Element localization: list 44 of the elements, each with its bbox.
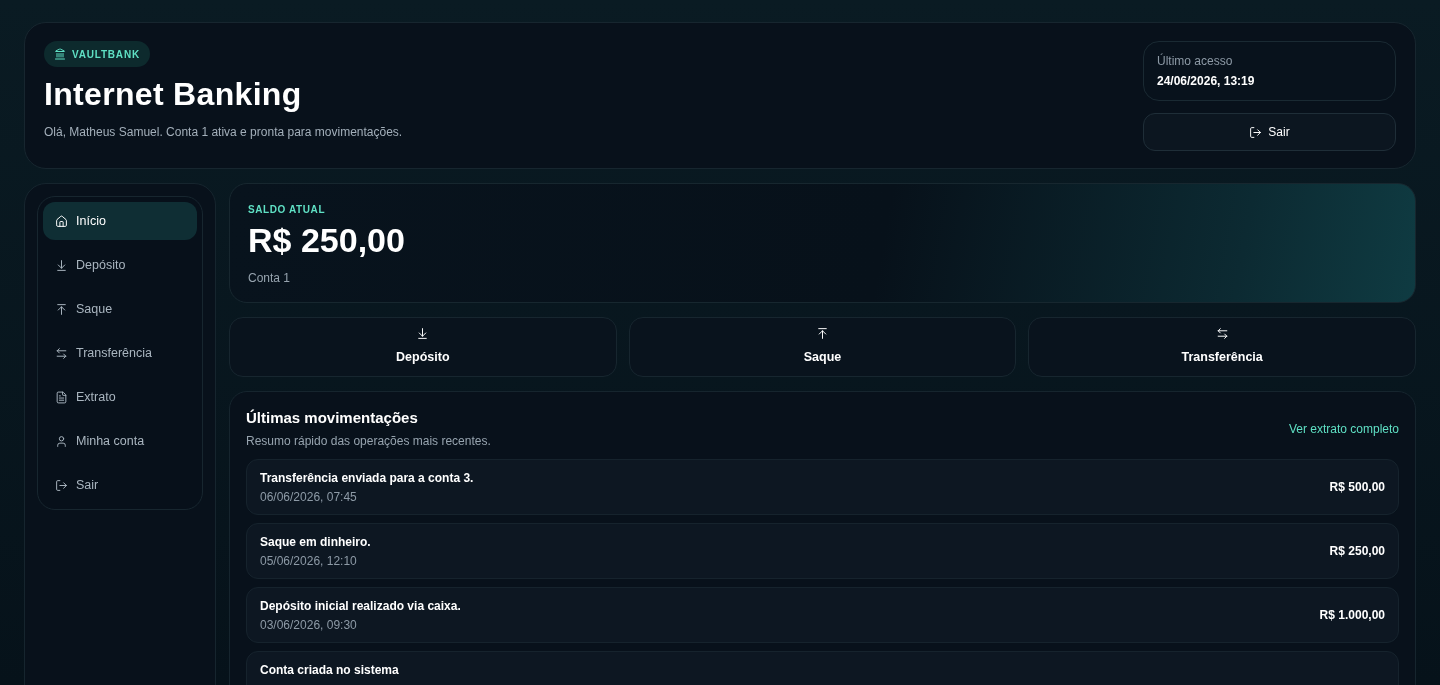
transaction-description: Transferência enviada para a conta 3. [260,471,474,486]
swap-arrows-icon [1215,327,1229,341]
transaction-description: Conta criada no sistema [260,663,399,678]
upload-arrow-icon [55,302,68,316]
nav-item[interactable]: Saque [43,290,197,328]
transaction-date: 05/06/2026, 12:10 [260,554,358,569]
upload-arrow-icon [816,327,829,341]
logout-button[interactable]: Sair [1143,113,1396,151]
section-title: Últimas movimentações [246,408,419,428]
action-button[interactable]: Transferência [1028,317,1416,377]
swap-arrows-icon [55,346,68,360]
bank-icon [54,48,66,60]
logout-icon [55,478,68,492]
welcome-text: Olá, Matheus Samuel. Conta 1 ativa e pronta para movimentações. [44,124,403,140]
logout-icon [1249,125,1263,139]
transaction-amount: R$ 500,00 [1329,479,1385,496]
home-icon [55,214,68,228]
transaction-date: 06/06/2026, 07:45 [260,490,358,505]
download-arrow-icon [416,327,430,341]
action-button[interactable]: Saque [628,317,1017,377]
nav-item[interactable]: Extrato [43,378,197,416]
balance-amount: R$ 250,00 [248,220,406,260]
document-icon [55,390,68,404]
account-name: Conta 1 [248,270,292,286]
nav-item[interactable]: Início [43,202,197,240]
download-arrow-icon [55,258,68,272]
balance-label: SALDO ATUAL [248,204,327,216]
statement-link[interactable]: Ver extrato completo [1288,419,1399,438]
nav-item[interactable]: Depósito [43,246,197,284]
brand-name: VAULTBANK [72,47,140,62]
section-subtitle: Resumo rápido das operações mais recentes. [246,433,491,449]
action-button[interactable]: Depósito [229,317,617,377]
nav-item[interactable]: Minha conta [43,422,197,460]
last-access-label: Último acesso [1157,53,1234,69]
transaction-date: 03/06/2026, 09:30 [260,618,358,633]
nav-item[interactable]: Sair [43,466,197,504]
page-title: Internet Banking [44,76,302,112]
last-access-value: 24/06/2026, 13:19 [1157,73,1256,89]
user-icon [55,434,68,448]
transaction-description: Depósito inicial realizado via caixa. [260,599,461,614]
transaction-amount: R$ 1.000,00 [1319,607,1385,624]
nav-item[interactable]: Transferência [43,334,197,372]
transaction-amount: R$ 250,00 [1329,543,1385,560]
transaction-description: Saque em dinheiro. [260,535,371,550]
